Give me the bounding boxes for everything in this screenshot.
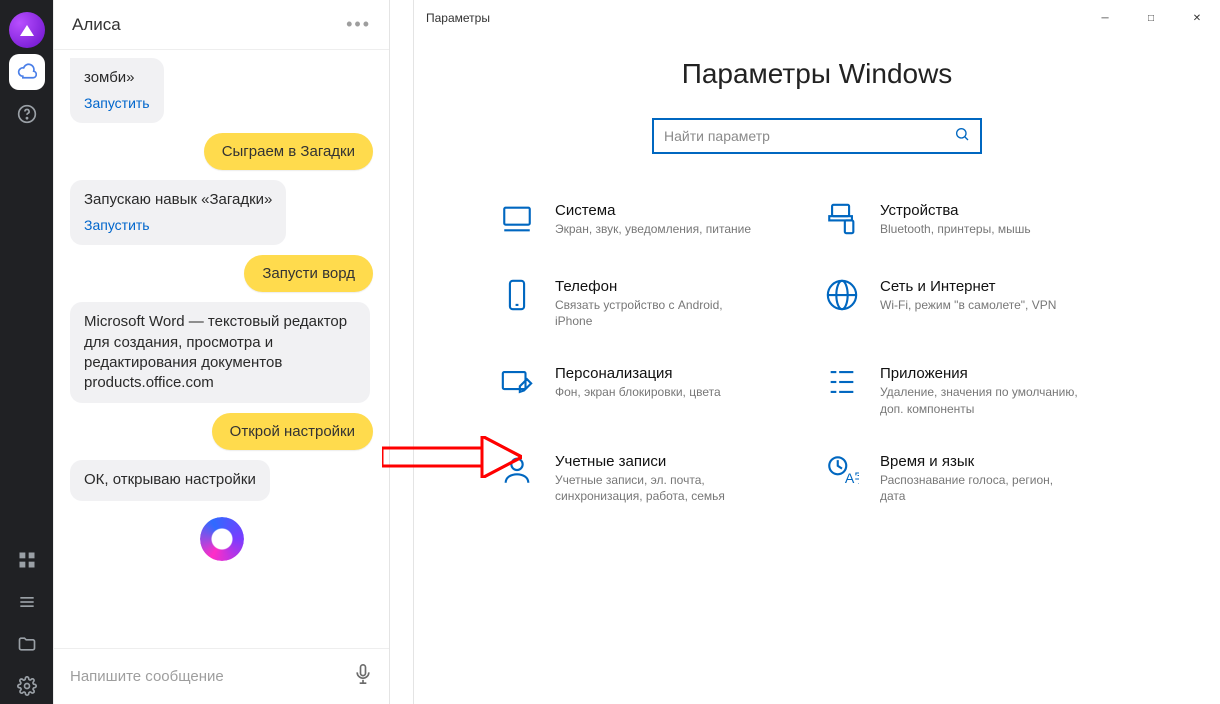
personalization-icon [497, 365, 537, 405]
tile-network[interactable]: Сеть и Интернет Wi-Fi, режим "в самолете… [822, 278, 1137, 329]
tile-title: Телефон [555, 278, 755, 295]
tile-accounts[interactable]: Учетные записи Учетные записи, эл. почта… [497, 453, 812, 504]
chat-more-button[interactable]: ••• [346, 14, 371, 35]
tile-phone[interactable]: Телефон Связать устройство с Android, iP… [497, 278, 812, 329]
tile-time[interactable]: A字 Время и язык Распознавание голоса, ре… [822, 453, 1137, 504]
titlebar[interactable]: Параметры ─ □ ✕ [414, 0, 1220, 36]
tile-desc: Экран, звук, уведомления, питание [555, 221, 751, 237]
voice-ring[interactable] [70, 511, 373, 567]
accounts-icon [497, 453, 537, 493]
search-icon[interactable] [954, 126, 970, 147]
tile-title: Система [555, 202, 751, 219]
tile-desc: Bluetooth, принтеры, мышь [880, 221, 1031, 237]
settings-grid: Система Экран, звук, уведомления, питани… [497, 202, 1137, 504]
tile-title: Персонализация [555, 365, 721, 382]
devices-icon [822, 202, 862, 242]
settings-search-input[interactable] [664, 128, 954, 144]
settings-heading: Параметры Windows [474, 58, 1160, 90]
maximize-button[interactable]: □ [1128, 0, 1174, 36]
close-button[interactable]: ✕ [1174, 0, 1220, 36]
bot-message: Запускаю навык «Загадки» Запустить [70, 180, 286, 245]
tile-desc: Удаление, значения по умолчанию, доп. ко… [880, 384, 1080, 416]
tile-title: Сеть и Интернет [880, 278, 1056, 295]
chat-title: Алиса [72, 15, 121, 35]
tile-title: Приложения [880, 365, 1080, 382]
tile-title: Учетные записи [555, 453, 755, 470]
tile-desc: Wi-Fi, режим "в самолете", VPN [880, 297, 1056, 313]
window-title: Параметры [426, 11, 490, 25]
svg-text:A字: A字 [845, 471, 859, 487]
tile-title: Устройства [880, 202, 1031, 219]
tile-desc: Связать устройство с Android, iPhone [555, 297, 755, 329]
grid-icon[interactable] [9, 542, 45, 578]
bot-message: Microsoft Word — текстовый редактор для … [70, 302, 370, 403]
user-message: Открой настройки [212, 413, 373, 450]
user-message: Сыграем в Загадки [204, 133, 373, 170]
bot-message: зомби» Запустить [70, 58, 164, 123]
tile-desc: Учетные записи, эл. почта, синхронизация… [555, 472, 755, 504]
chat-input[interactable] [70, 668, 341, 685]
user-message: Запусти ворд [244, 255, 373, 292]
network-icon [822, 278, 862, 318]
gear-icon[interactable] [9, 668, 45, 704]
system-icon [497, 202, 537, 242]
phone-icon [497, 278, 537, 318]
run-link[interactable]: Запустить [84, 94, 150, 113]
chat-messages[interactable]: зомби» Запустить Сыграем в Загадки Запус… [54, 50, 389, 648]
tile-devices[interactable]: Устройства Bluetooth, принтеры, мышь [822, 202, 1137, 242]
settings-body: Параметры Windows Система Экран, звук, у… [414, 36, 1220, 514]
apps-icon [822, 365, 862, 405]
tile-desc: Фон, экран блокировки, цвета [555, 384, 721, 400]
bot-message: ОК, открываю настройки [70, 460, 270, 500]
tile-desc: Распознавание голоса, регион, дата [880, 472, 1080, 504]
menu-icon[interactable] [9, 584, 45, 620]
bot-message-text: Запускаю навык «Загадки» [84, 191, 272, 208]
tile-title: Время и язык [880, 453, 1080, 470]
window-controls: ─ □ ✕ [1082, 0, 1220, 36]
alisa-icon[interactable] [9, 12, 45, 48]
chat-input-row [54, 648, 389, 704]
settings-search[interactable] [652, 118, 982, 154]
minimize-button[interactable]: ─ [1082, 0, 1128, 36]
cloud-icon[interactable] [9, 54, 45, 90]
settings-window: Параметры ─ □ ✕ Параметры Windows Систем… [414, 0, 1220, 704]
chat-header: Алиса ••• [54, 0, 389, 50]
left-icon-bar [0, 0, 53, 704]
time-icon: A字 [822, 453, 862, 493]
bot-message-text: зомби» [84, 69, 135, 86]
window-gap [390, 0, 414, 704]
tile-personalization[interactable]: Персонализация Фон, экран блокировки, цв… [497, 365, 812, 416]
help-icon[interactable] [9, 96, 45, 132]
tile-system[interactable]: Система Экран, звук, уведомления, питани… [497, 202, 812, 242]
run-link[interactable]: Запустить [84, 216, 272, 235]
folder-icon[interactable] [9, 626, 45, 662]
mic-icon[interactable] [353, 664, 373, 689]
tile-apps[interactable]: Приложения Удаление, значения по умолчан… [822, 365, 1137, 416]
alisa-chat-panel: Алиса ••• зомби» Запустить Сыграем в Заг… [53, 0, 390, 704]
